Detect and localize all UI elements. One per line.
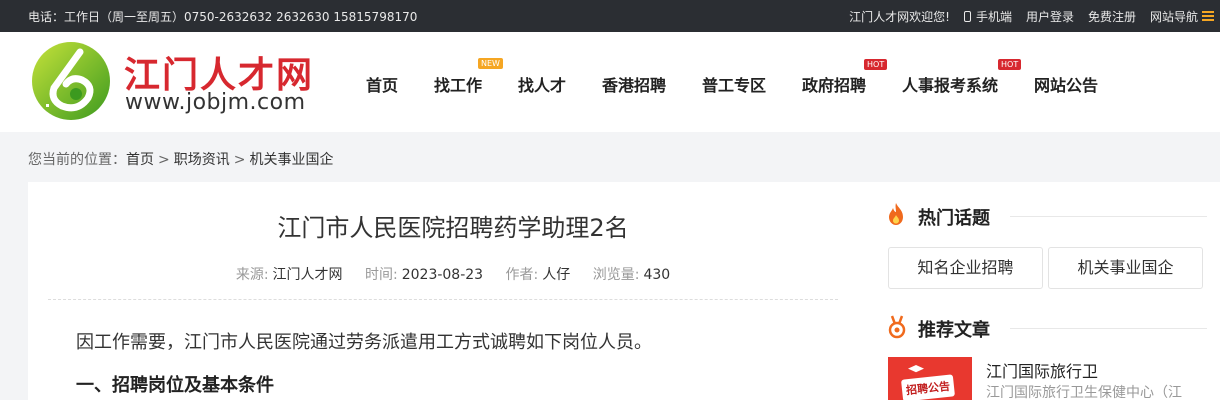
- logo-icon[interactable]: [30, 40, 112, 122]
- recommended-title: 推荐文章: [918, 320, 990, 341]
- breadcrumb-prefix: 您当前的位置：: [28, 152, 126, 168]
- top-bar: 电话：工作日（周一至周五）0750-2632632 2632630 158157…: [0, 0, 1220, 32]
- article-title: 江门市人民医院招聘药学助理2名: [277, 214, 629, 242]
- graduation-cap-icon: [908, 365, 924, 373]
- logo-url: www.jobjm.com: [125, 90, 306, 115]
- section-heading: 一、招聘岗位及基本条件: [76, 375, 274, 396]
- breadcrumb-current[interactable]: 机关事业国企: [249, 152, 333, 168]
- breadcrumb-separator: >: [233, 152, 246, 168]
- login-link[interactable]: 用户登录: [1026, 8, 1074, 25]
- nav-item-home[interactable]: 首页: [366, 72, 398, 96]
- article-meta: 来源: 江门人才网 时间: 2023-08-23 作者: 人仔 浏览量: 430: [48, 264, 858, 284]
- nav-item-find-talent[interactable]: 找人才: [518, 72, 566, 96]
- main-content: 江门市人民医院招聘药学助理2名 来源: 江门人才网 时间: 2023-08-23 作…: [28, 182, 1220, 400]
- breadcrumb-separator: >: [158, 152, 170, 168]
- nav-item-hk-jobs[interactable]: 香港招聘: [602, 72, 666, 96]
- title-divider: [1010, 216, 1207, 217]
- breadcrumb-home[interactable]: 首页: [126, 152, 154, 168]
- nav-item-gov-jobs[interactable]: 政府招聘 HOT: [802, 59, 888, 96]
- nav-item-exam-system[interactable]: 人事报考系统 HOT: [902, 59, 1022, 96]
- breadcrumb: 您当前的位置：首页 > 职场资讯 > 机关事业国企: [28, 149, 333, 169]
- menu-icon: [1202, 11, 1214, 21]
- author-label: 作者:: [505, 267, 539, 283]
- site-header: 江门人才网 www.jobjm.com 首页 找工作 NEW 找人才 香港招聘 …: [0, 32, 1220, 132]
- register-link[interactable]: 免费注册: [1088, 8, 1136, 25]
- new-badge: NEW: [478, 58, 503, 69]
- top-bar-links: 江门人才网欢迎您! 手机端 用户登录 免费注册 网站导航: [849, 8, 1220, 25]
- views-value: 430: [643, 267, 671, 283]
- welcome-text: 江门人才网欢迎您!: [849, 10, 950, 24]
- mobile-link[interactable]: 手机端: [963, 8, 1012, 25]
- nav-item-find-job[interactable]: 找工作 NEW: [434, 58, 503, 96]
- recommended-article-title[interactable]: 江门国际旅行卫: [986, 358, 1098, 382]
- fire-icon: [889, 203, 903, 225]
- recommended-article-desc: 江门国际旅行卫生保健中心（江: [986, 385, 1182, 400]
- hot-topics-title: 热门话题: [918, 208, 990, 229]
- article-paragraph: 因工作需要，江门市人民医院通过劳务派遣用工方式诚聘如下岗位人员。: [76, 332, 652, 353]
- contact-info: 电话：工作日（周一至周五）0750-2632632 2632630 158157…: [28, 10, 418, 24]
- nav-item-announcements[interactable]: 网站公告: [1034, 72, 1098, 96]
- nav-item-general-workers[interactable]: 普工专区: [702, 72, 766, 96]
- breadcrumb-career-news[interactable]: 职场资讯: [174, 152, 230, 168]
- hot-badge: HOT: [998, 59, 1022, 70]
- article-thumbnail[interactable]: 招聘公告: [888, 357, 972, 400]
- topic-button-famous-companies[interactable]: 知名企业招聘: [888, 247, 1043, 289]
- hot-badge: HOT: [864, 59, 888, 70]
- time-value: 2023-08-23: [401, 267, 484, 283]
- title-divider: [1010, 328, 1207, 329]
- author-value: 人仔: [542, 267, 571, 283]
- time-label: 时间:: [365, 267, 398, 283]
- mobile-phone-icon: [963, 11, 971, 22]
- medal-icon: [888, 315, 906, 339]
- divider: [48, 299, 838, 300]
- site-nav-link[interactable]: 网站导航: [1150, 8, 1216, 25]
- source-value: 江门人才网: [272, 267, 343, 283]
- thumbnail-label: 招聘公告: [900, 374, 956, 400]
- topic-button-public-sector[interactable]: 机关事业国企: [1048, 247, 1203, 289]
- source-label: 来源:: [235, 267, 269, 283]
- views-label: 浏览量:: [592, 267, 640, 283]
